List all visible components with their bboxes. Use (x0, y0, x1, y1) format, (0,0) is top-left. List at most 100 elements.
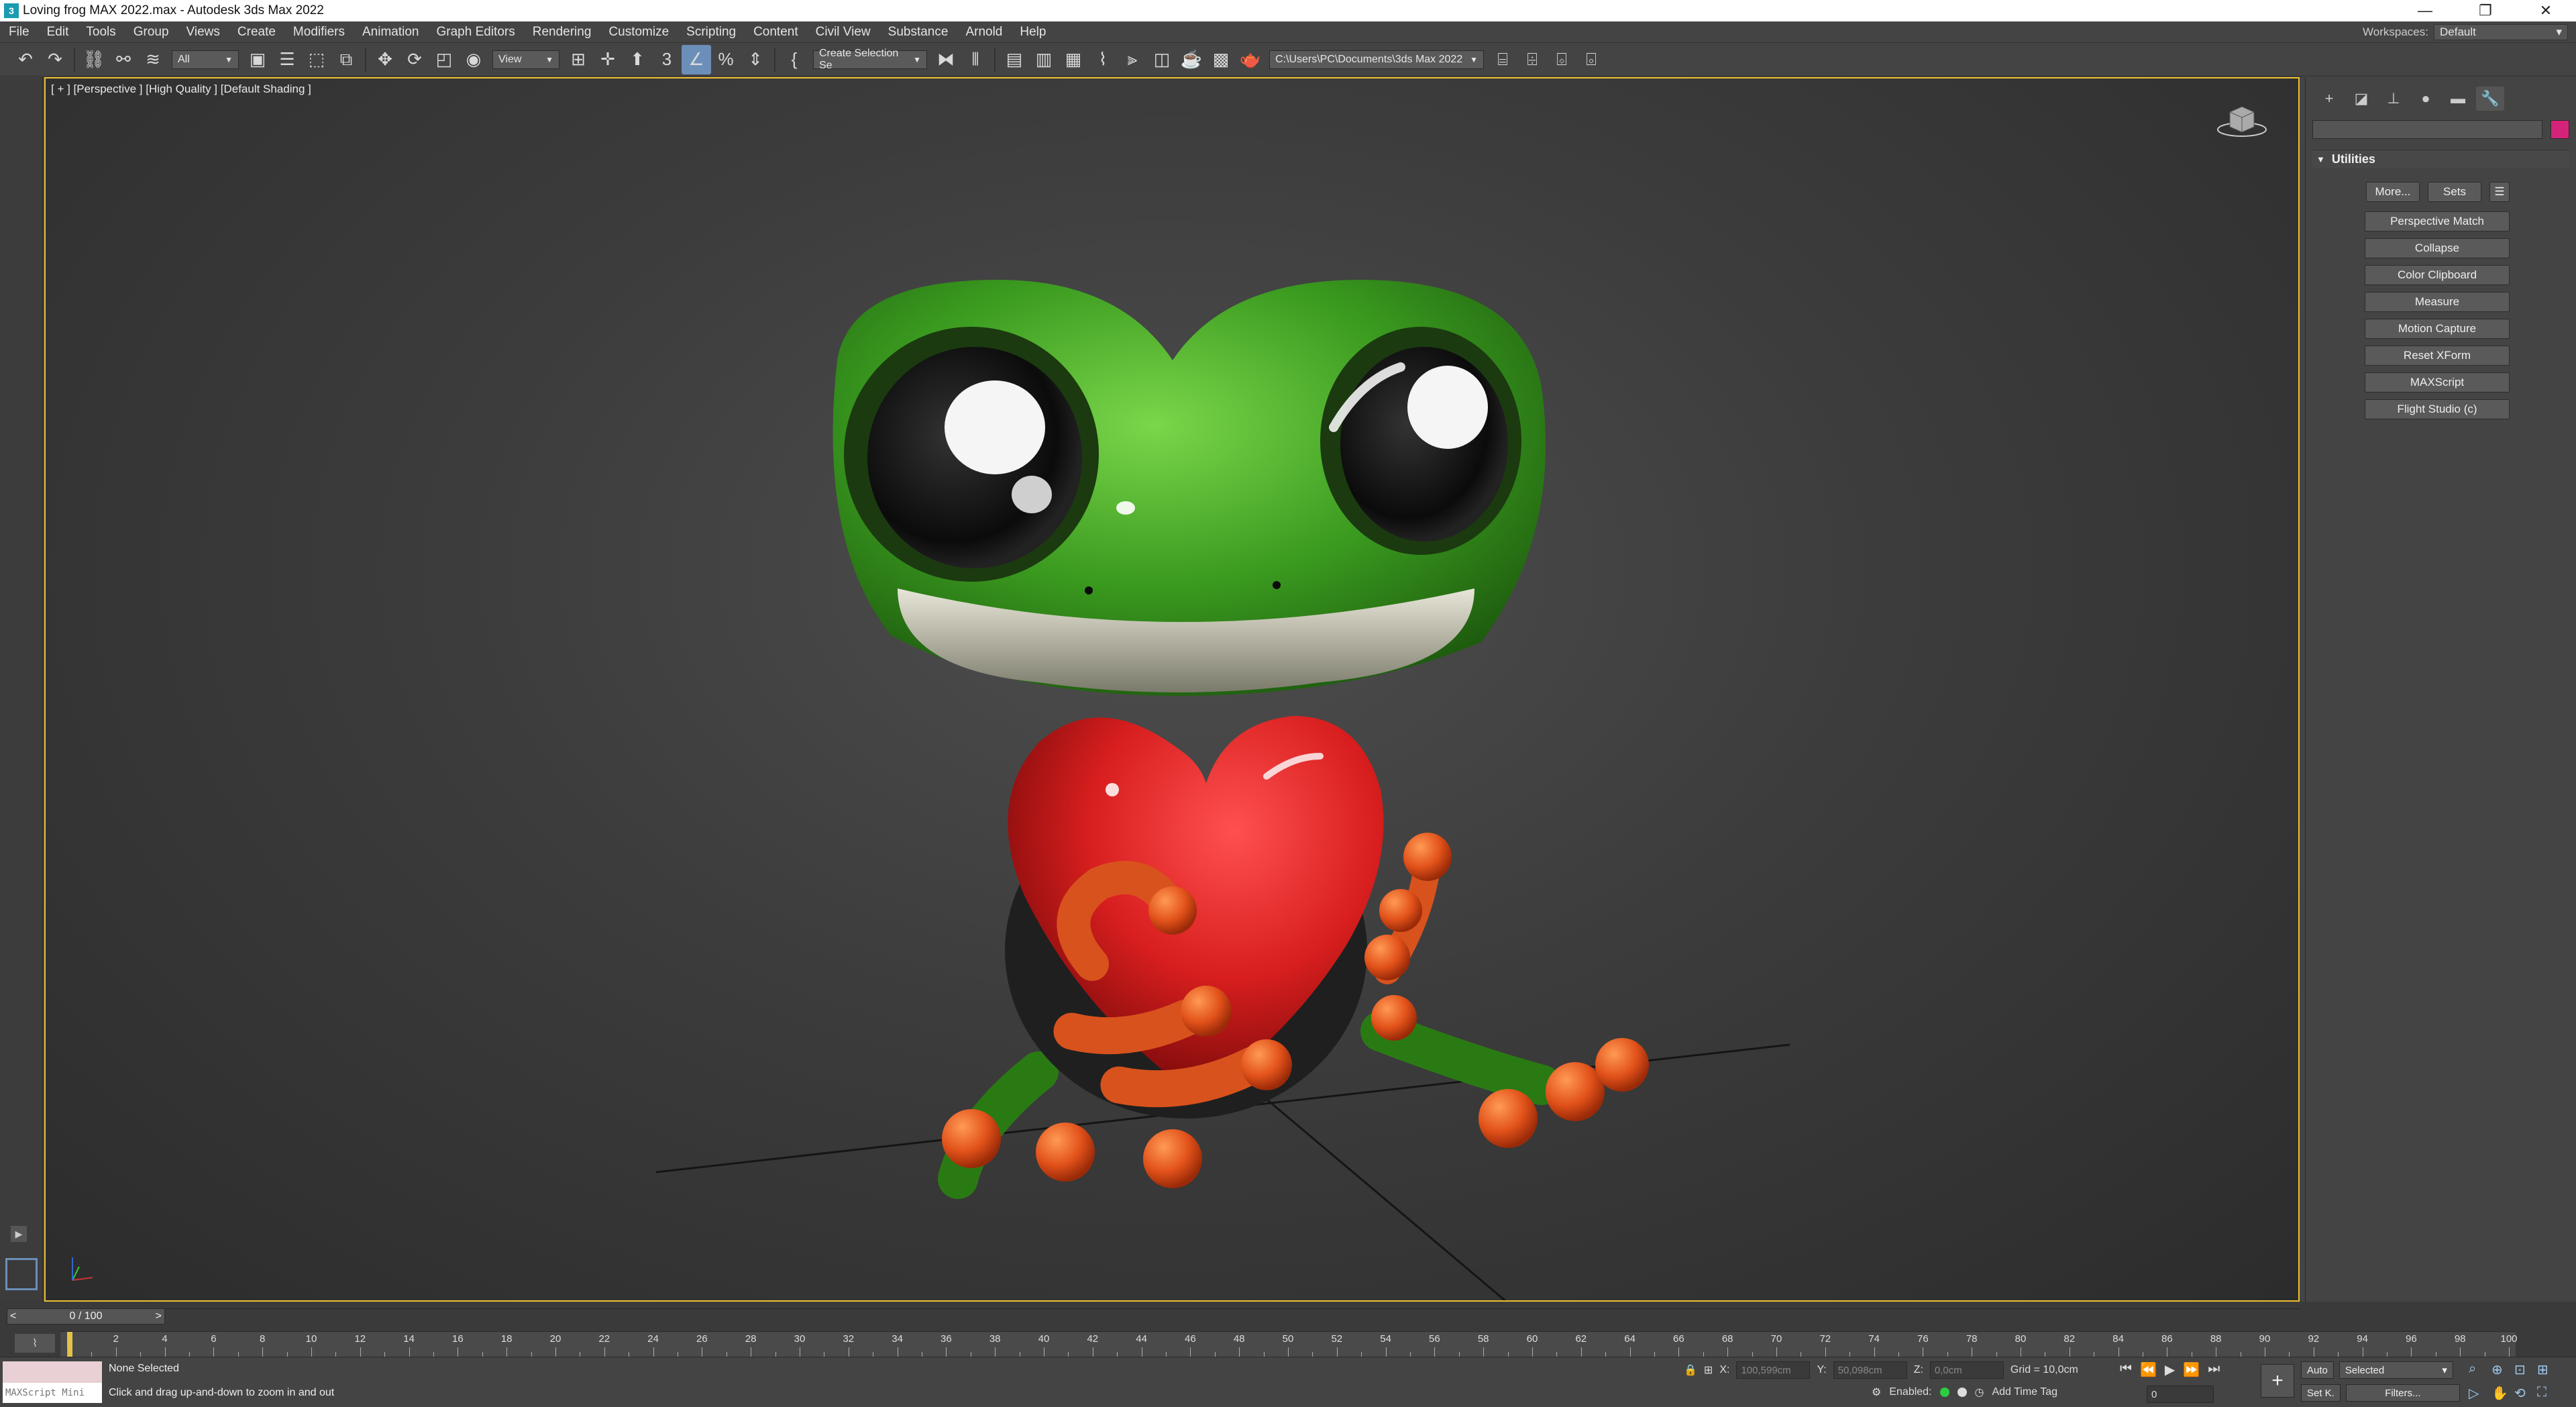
select-by-name-icon[interactable]: ☰ (272, 45, 302, 74)
restore-button[interactable]: ❐ (2455, 0, 2516, 21)
viewcube-icon[interactable] (2215, 100, 2269, 140)
menu-rendering[interactable]: Rendering (524, 25, 600, 40)
create-key-icon[interactable]: + (2261, 1364, 2294, 1398)
next-frame-button-icon[interactable]: ⏩ (2183, 1361, 2200, 1378)
snap-toggle-icon[interactable]: 3 (652, 45, 682, 74)
menu-edit[interactable]: Edit (38, 25, 78, 40)
menu-views[interactable]: Views (178, 25, 229, 40)
maxscript-listener[interactable]: MAXScript Mini (3, 1361, 102, 1404)
utilities-rollout-header[interactable]: ▼ Utilities (2312, 150, 2569, 168)
maxscript-button[interactable]: MAXScript (2365, 372, 2510, 393)
menu-scripting[interactable]: Scripting (678, 25, 745, 40)
scene-explorer-icon[interactable]: ▤ (1000, 45, 1029, 74)
menu-arnold[interactable]: Arnold (957, 25, 1011, 40)
menu-animation[interactable]: Animation (354, 25, 428, 40)
reset-xform-button[interactable]: Reset XForm (2365, 346, 2510, 366)
workspaces-dropdown[interactable]: Default ▾ (2434, 24, 2568, 40)
menu-civil-view[interactable]: Civil View (807, 25, 879, 40)
menu-content[interactable]: Content (745, 25, 807, 40)
measure-button[interactable]: Measure (2365, 292, 2510, 312)
menu-help[interactable]: Help (1011, 25, 1055, 40)
unlink-icon[interactable]: ⚯ (109, 45, 138, 74)
minimize-button[interactable]: — (2395, 0, 2455, 21)
window-crossing-icon[interactable]: ⧉ (331, 45, 361, 74)
menu-create[interactable]: Create (229, 25, 284, 40)
menu-graph-editors[interactable]: Graph Editors (428, 25, 524, 40)
perspective-viewport[interactable]: [ + ] [Perspective ] [High Quality ] [De… (44, 77, 2300, 1302)
edit-named-selection-icon[interactable]: { (780, 45, 809, 74)
curve-editor-icon[interactable]: ⌇ (1088, 45, 1118, 74)
select-manipulate-icon[interactable]: ✛ (593, 45, 623, 74)
maxscript-input[interactable]: MAXScript Mini (3, 1383, 102, 1403)
current-frame-field[interactable]: 0 (2147, 1386, 2214, 1403)
set-key-button[interactable]: Set K. (2301, 1384, 2341, 1402)
auto-key-button[interactable]: Auto (2301, 1361, 2334, 1379)
project-settings-icon[interactable]: ⌻ (1576, 45, 1606, 74)
z-coord-field[interactable]: 0,0cm (1929, 1361, 2004, 1379)
menu-group[interactable]: Group (125, 25, 178, 40)
bind-space-warp-icon[interactable]: ≋ (138, 45, 168, 74)
redo-icon[interactable]: ↷ (40, 45, 70, 74)
zoom-extents-icon[interactable]: ⊡ (2514, 1361, 2537, 1378)
object-name-field[interactable] (2312, 120, 2542, 139)
open-folder-icon[interactable]: ⌹ (1517, 45, 1547, 74)
zoom-icon[interactable]: ⌕ (2469, 1361, 2491, 1378)
display-tab-icon[interactable]: ▬ (2444, 87, 2472, 111)
isolate-toggle-icon[interactable] (1957, 1388, 1967, 1397)
x-coord-field[interactable]: 100,599cm (1736, 1361, 1811, 1379)
orbit-icon[interactable]: ⟲ (2514, 1385, 2537, 1402)
lock-icon[interactable]: 🔒 (1684, 1363, 1697, 1377)
go-to-end-icon[interactable]: ⏭ (2208, 1361, 2220, 1378)
material-editor-icon[interactable]: ◫ (1147, 45, 1177, 74)
rendered-frame-window-icon[interactable]: ▩ (1206, 45, 1236, 74)
expand-icon[interactable]: ▶ (11, 1226, 27, 1242)
menu-tools[interactable]: Tools (77, 25, 124, 40)
select-object-icon[interactable]: ▣ (243, 45, 272, 74)
percent-snap-icon[interactable]: % (711, 45, 741, 74)
maximize-viewport-icon[interactable]: ⛶ (2537, 1385, 2560, 1402)
menu-file[interactable]: File (0, 25, 38, 40)
perspective-match-button[interactable]: Perspective Match (2365, 211, 2510, 231)
next-frame-icon[interactable]: > (156, 1310, 162, 1322)
maxscript-output[interactable] (3, 1361, 102, 1383)
more-button[interactable]: More... (2366, 182, 2420, 202)
rotate-icon[interactable]: ⟳ (400, 45, 429, 74)
create-tab-icon[interactable]: + (2315, 87, 2343, 111)
close-button[interactable]: ✕ (2516, 0, 2576, 21)
go-to-start-icon[interactable]: ⏮ (2120, 1361, 2132, 1378)
selection-filter-dropdown[interactable]: All ▼ (172, 50, 239, 69)
placement-icon[interactable]: ◉ (459, 45, 488, 74)
pan-icon[interactable]: ✋ (2491, 1385, 2514, 1402)
collapse-button[interactable]: Collapse (2365, 238, 2510, 258)
menu-substance[interactable]: Substance (879, 25, 957, 40)
zoom-all-icon[interactable]: ⊕ (2491, 1361, 2514, 1378)
render-setup-icon[interactable]: ☕ (1177, 45, 1206, 74)
time-slider[interactable]: < 0 / 100 > (7, 1308, 165, 1324)
angle-snap-icon[interactable]: ∠ (682, 44, 711, 74)
ref-coord-dropdown[interactable]: View ▼ (492, 50, 559, 69)
schematic-view-icon[interactable]: ⫸ (1118, 45, 1147, 74)
project-folder-icon[interactable]: ⌸ (1488, 45, 1517, 74)
configure-sets-icon[interactable]: ☰ (2489, 182, 2510, 202)
motion-capture-button[interactable]: Motion Capture (2365, 319, 2510, 339)
play-icon[interactable]: ▶ (2165, 1361, 2175, 1378)
scale-icon[interactable]: ◰ (429, 45, 459, 74)
sets-button[interactable]: Sets (2428, 182, 2481, 202)
timeline-ruler[interactable]: 2 4 6 8 10 12 14 16 18 20 22 24 26 28 30 32 34 36 38 40 42 44… (60, 1331, 2518, 1357)
keyboard-shortcut-icon[interactable]: ⬆ (623, 45, 652, 74)
recent-folder-icon[interactable]: ⌺ (1547, 45, 1576, 74)
viewport-layout-icon[interactable] (5, 1258, 38, 1290)
hierarchy-tab-icon[interactable]: ⊥ (2379, 87, 2408, 111)
menu-customize[interactable]: Customize (600, 25, 678, 40)
mirror-icon[interactable]: ⧓ (931, 45, 961, 74)
key-filters-button[interactable]: Filters... (2345, 1384, 2460, 1402)
move-icon[interactable]: ✥ (370, 45, 400, 74)
adaptive-degradation-icon[interactable]: ⚙ (1872, 1386, 1881, 1399)
previous-frame-icon[interactable]: ⏪ (2140, 1361, 2157, 1378)
time-cursor[interactable] (67, 1332, 72, 1357)
flight-studio-button[interactable]: Flight Studio (c) (2365, 399, 2510, 419)
y-coord-field[interactable]: 50,098cm (1833, 1361, 1907, 1379)
pivot-point-icon[interactable]: ⊞ (564, 45, 593, 74)
spinner-snap-icon[interactable]: ⇕ (741, 45, 770, 74)
time-slider-track[interactable] (7, 1308, 2300, 1324)
